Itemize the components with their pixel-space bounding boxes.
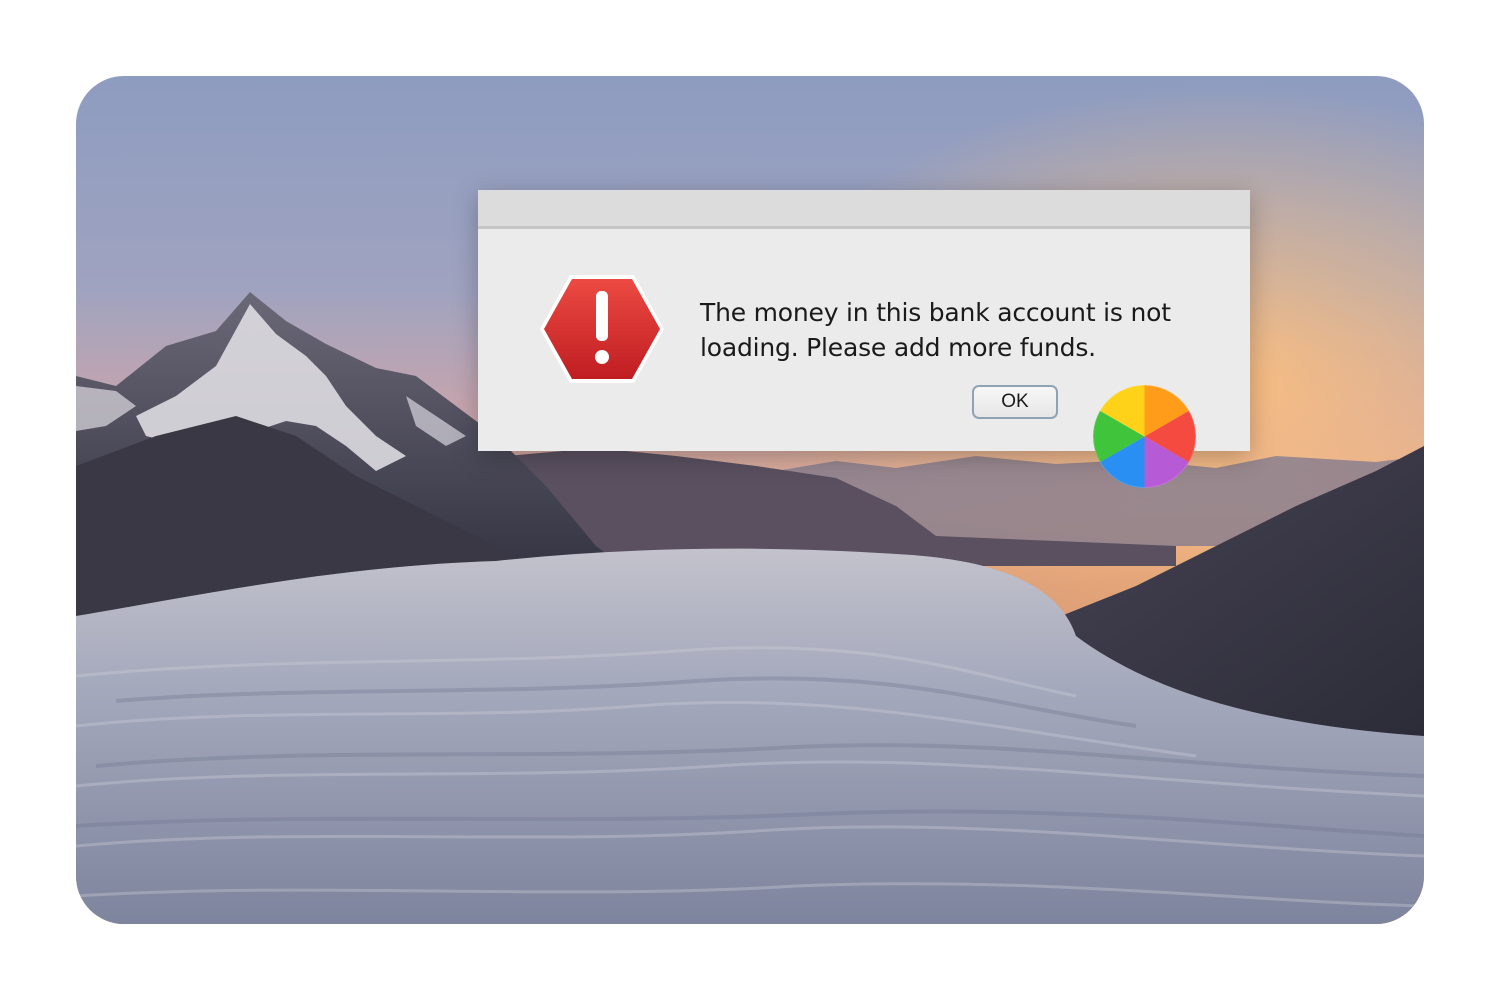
dialog-titlebar[interactable] xyxy=(478,190,1250,229)
alert-message: The money in this bank account is not lo… xyxy=(700,298,1171,362)
ok-button[interactable]: OK xyxy=(972,385,1058,419)
spinning-wait-cursor-icon xyxy=(1093,385,1196,488)
stop-warning-icon xyxy=(538,273,666,385)
